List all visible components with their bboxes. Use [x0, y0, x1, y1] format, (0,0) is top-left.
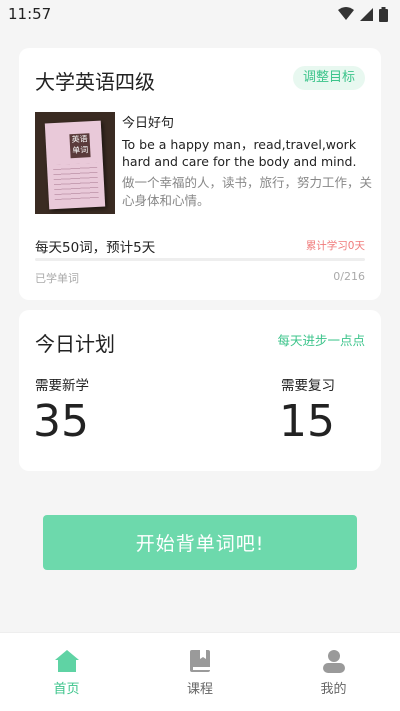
book-cover-page: 英语 单词: [44, 120, 106, 210]
nav-label-course: 课程: [186, 682, 213, 697]
book-title: 大学英语四级: [35, 70, 155, 94]
quote-heading: 今日好句: [122, 116, 175, 131]
learned-words-count: 0/216: [333, 270, 365, 283]
status-bar: 11:57: [0, 0, 400, 28]
cumulative-days-text: 累计学习0天: [305, 240, 365, 252]
book-card: 大学英语四级 调整目标 英语 单词 今日好句 To be a happy man，…: [19, 48, 381, 300]
nav-item-home[interactable]: 首页: [0, 633, 133, 711]
quote-english: To be a happy man，read,travel,work hard …: [122, 137, 357, 169]
new-words-count: 35: [33, 396, 89, 447]
nav-label-profile: 我的: [320, 682, 347, 697]
status-icons: [338, 6, 388, 22]
today-plan-card: 今日计划 每天进步一点点 需要新学 35 需要复习 15: [19, 310, 381, 471]
book-cover-lines: [52, 162, 99, 204]
book-cover-image: 英语 单词: [35, 112, 115, 214]
daily-plan-text: 每天50词，预计5天: [35, 240, 156, 256]
new-words-label: 需要新学: [35, 378, 89, 394]
progress-bar: [35, 258, 365, 261]
start-memorizing-button[interactable]: 开始背单词吧!: [43, 515, 357, 570]
nav-label-home: 首页: [53, 682, 80, 697]
battery-icon: [379, 6, 388, 22]
book-icon: [187, 648, 213, 674]
nav-item-course[interactable]: 课程: [134, 633, 267, 711]
book-cover-label: 英语 单词: [69, 133, 91, 159]
review-words-label: 需要复习: [281, 378, 335, 394]
status-time: 11:57: [8, 5, 52, 23]
plan-title: 今日计划: [35, 332, 115, 356]
bottom-nav: 首页 课程 我的: [0, 632, 400, 711]
nav-item-profile[interactable]: 我的: [267, 633, 400, 711]
signal-icon: [360, 7, 373, 21]
adjust-goal-button[interactable]: 调整目标: [292, 66, 365, 90]
review-words-count: 15: [279, 396, 335, 447]
plan-slogan: 每天进步一点点: [277, 333, 365, 348]
profile-icon: [321, 648, 347, 674]
home-icon: [54, 648, 80, 674]
wifi-icon: [338, 7, 354, 20]
quote-chinese: 做一个幸福的人，读书，旅行，努力工作，关心身体和心情。: [122, 175, 373, 208]
learned-words-label: 已学单词: [35, 272, 79, 285]
